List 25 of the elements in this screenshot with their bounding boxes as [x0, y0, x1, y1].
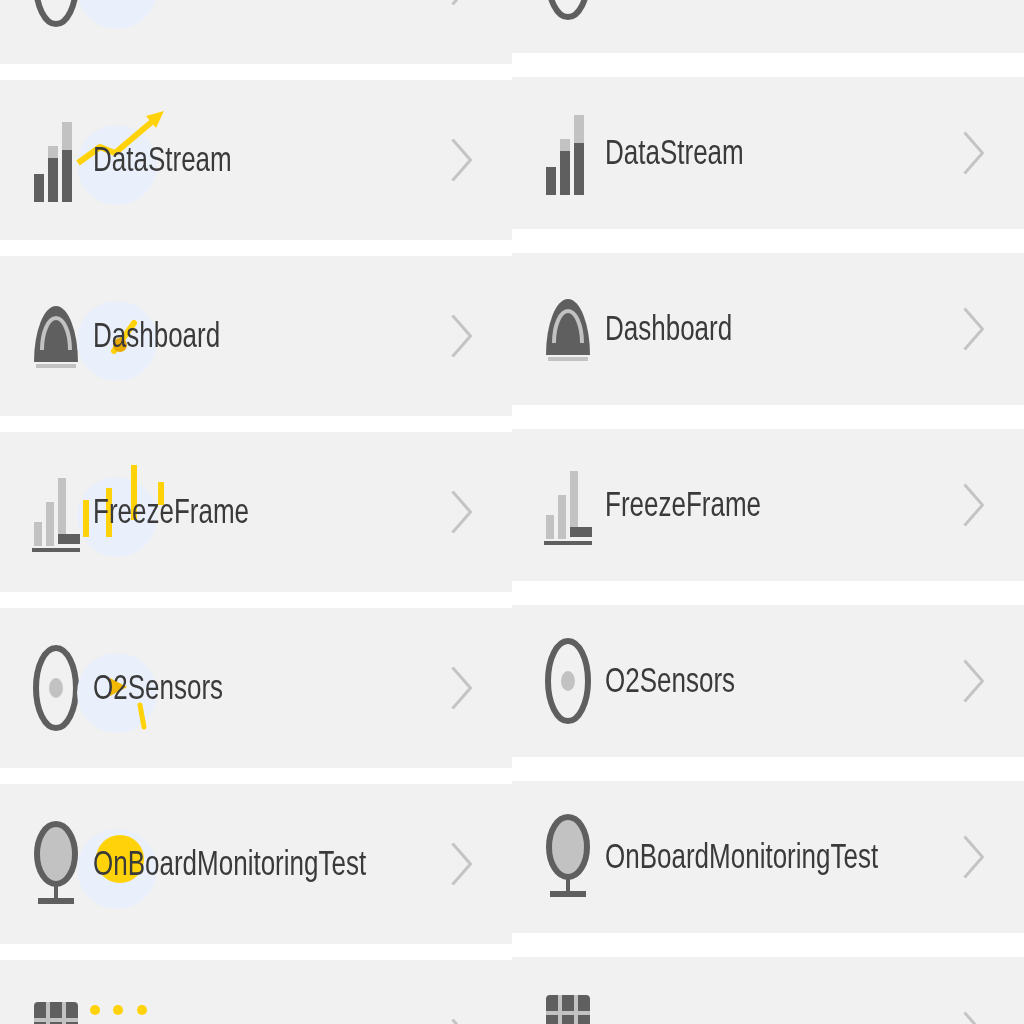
menu-item[interactable]: DataStream	[512, 77, 1024, 229]
chevron-right-icon	[963, 835, 984, 879]
item-label: DataStream	[93, 138, 232, 182]
ring-dot-icon	[32, 642, 80, 734]
menu-item[interactable]: FreezeFrame	[512, 429, 1024, 581]
chevron-right-icon	[451, 490, 472, 534]
chevron-right-icon	[451, 666, 472, 710]
item-label: Dashboard	[605, 307, 733, 351]
item-label: OnBoardMonitoringTest	[605, 835, 879, 879]
menu-item[interactable]: O2Sensors	[512, 605, 1024, 757]
chevron-right-icon	[963, 131, 984, 175]
chevron-right-icon	[963, 483, 984, 527]
menu-item[interactable]: DataStream	[0, 80, 512, 240]
menu-item[interactable]: Dashboard	[512, 253, 1024, 405]
chevron-right-icon	[451, 138, 472, 182]
chevron-right-icon	[451, 314, 472, 358]
menu-item[interactable]: OnBoardMonitoringTest	[512, 781, 1024, 933]
ring-dot-icon	[544, 635, 592, 727]
chevron-right-icon	[963, 307, 984, 351]
three-dots-icon	[90, 1005, 147, 1015]
item-label: DataStream	[605, 131, 744, 175]
chevron-right-icon	[963, 659, 984, 703]
item-label: FreezeFrame	[605, 483, 762, 527]
chevron-right-icon	[451, 842, 472, 886]
item-label: O2Sensors	[605, 659, 736, 703]
